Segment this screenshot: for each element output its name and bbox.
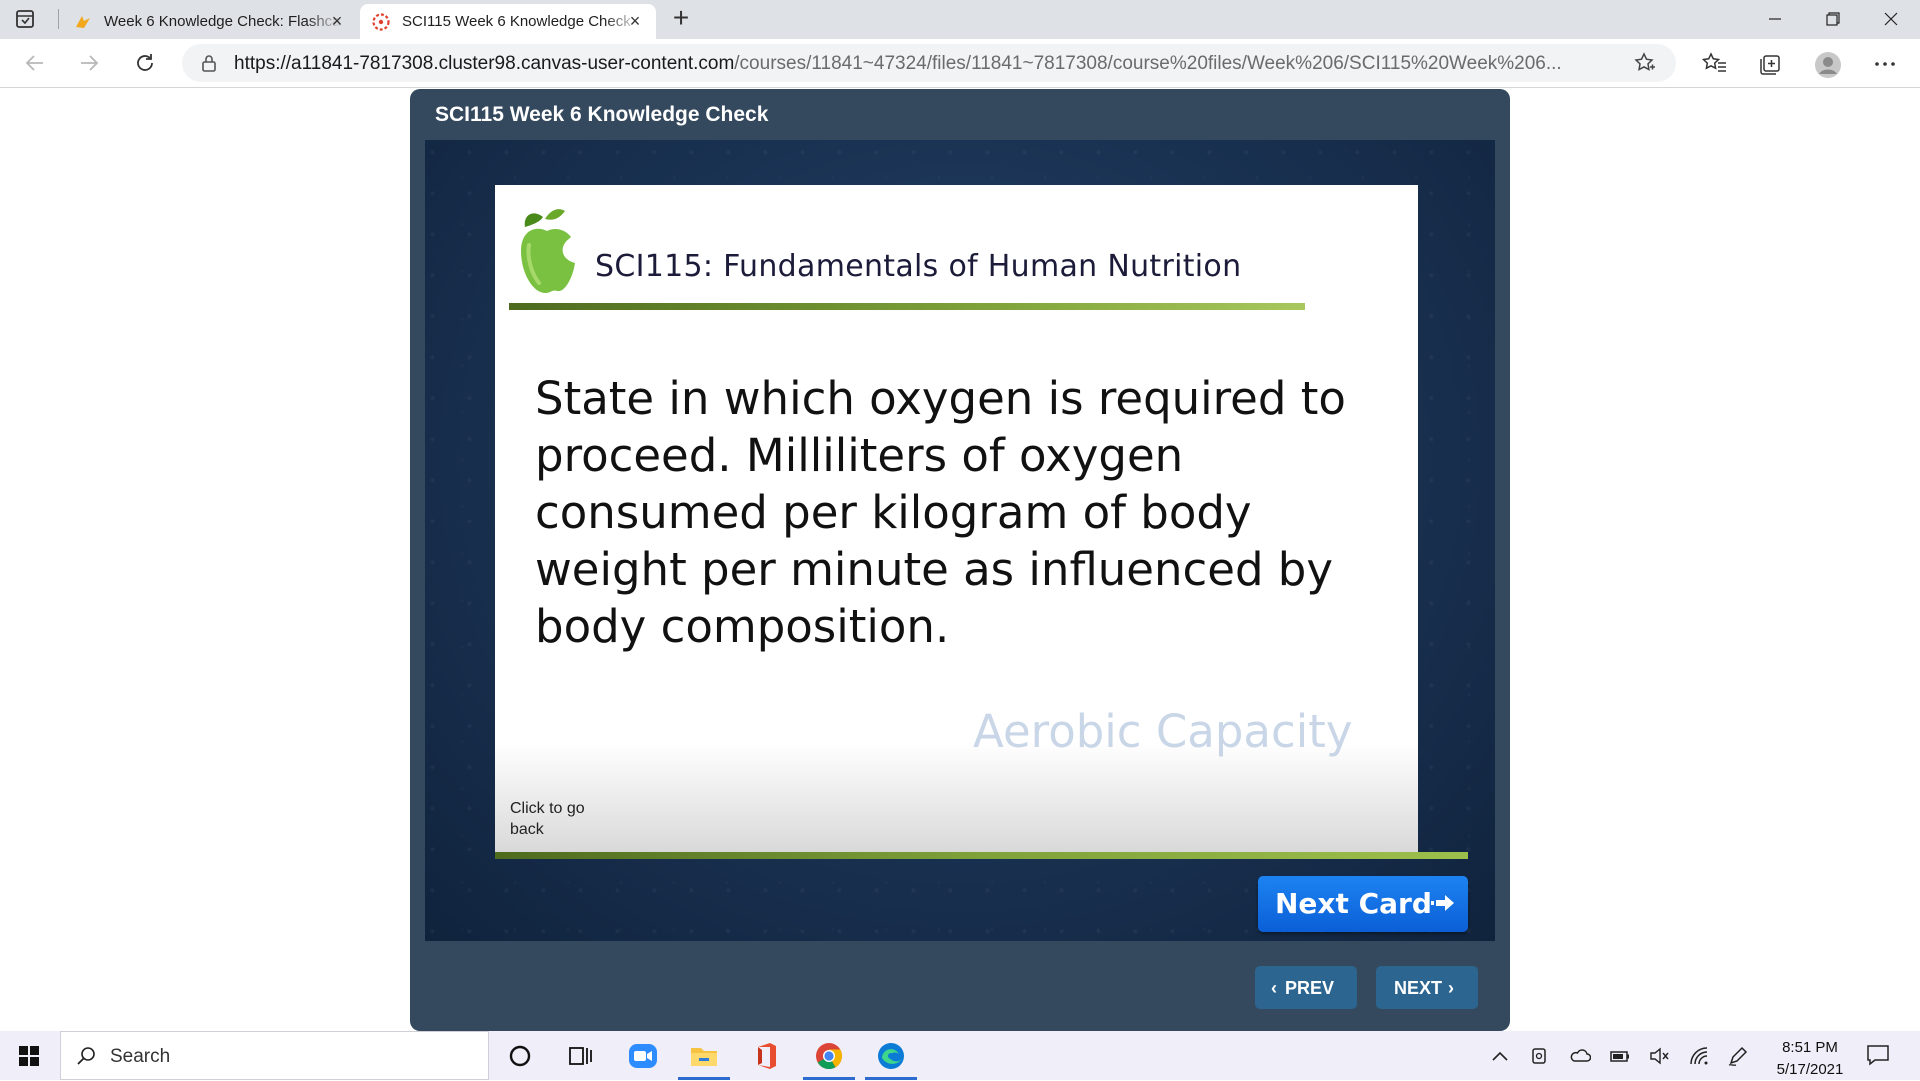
next-label: NEXT: [1394, 978, 1443, 998]
card-footer-gradient: [495, 742, 1418, 852]
pen-icon[interactable]: [1727, 1045, 1749, 1067]
profile-avatar-icon[interactable]: [1814, 51, 1841, 78]
lock-icon[interactable]: [200, 54, 218, 72]
taskbar-search-box[interactable]: Search: [60, 1031, 489, 1080]
arrow-right-icon: [1425, 893, 1455, 913]
back-button[interactable]: [20, 49, 50, 77]
close-window-button[interactable]: [1862, 0, 1920, 39]
tab-separator: [58, 9, 59, 29]
course-title: SCI115: Fundamentals of Human Nutrition: [595, 249, 1242, 284]
flashcard-player: SCI115 Week 6 Knowledge Check SCI115: Fu…: [410, 89, 1510, 1031]
next-button[interactable]: NEXT ›: [1376, 966, 1478, 1009]
close-tab-icon[interactable]: ×: [328, 12, 346, 30]
taskbar-clock[interactable]: 8:51 PM 5/17/2021: [1760, 1037, 1860, 1081]
more-options-icon[interactable]: [1872, 51, 1898, 77]
add-favorite-icon[interactable]: [1634, 52, 1656, 74]
forward-button[interactable]: [74, 49, 104, 77]
tab-flashcards[interactable]: Week 6 Knowledge Check: Flashcards ×: [62, 4, 358, 39]
chevron-left-icon: ‹: [1271, 978, 1277, 998]
restore-button[interactable]: [1804, 0, 1862, 39]
url-field[interactable]: https://a11841-7817308.cluster98.canvas-…: [182, 44, 1676, 82]
new-tab-button[interactable]: +: [668, 4, 694, 32]
next-card-button[interactable]: Next Card: [1258, 876, 1468, 932]
refresh-button[interactable]: [130, 49, 160, 77]
cortana-icon[interactable]: [505, 1041, 535, 1071]
tab-actions-icon[interactable]: [14, 8, 36, 30]
card-stage: SCI115: Fundamentals of Human Nutrition …: [425, 140, 1495, 941]
wifi-icon[interactable]: [1688, 1045, 1710, 1067]
prev-button[interactable]: ‹ PREV: [1255, 966, 1357, 1009]
clock-time: 8:51 PM: [1782, 1039, 1838, 1056]
browser-tab-bar: Week 6 Knowledge Check: Flashcards × SCI…: [0, 0, 1920, 39]
canvas-icon: [372, 13, 390, 31]
flashcard[interactable]: SCI115: Fundamentals of Human Nutrition …: [495, 185, 1418, 852]
prev-label: PREV: [1285, 978, 1335, 998]
player-title: SCI115 Week 6 Knowledge Check: [435, 103, 769, 126]
apple-logo-icon: [515, 201, 579, 297]
url-host: https://a11841-7817308.cluster98.canvas-…: [234, 53, 735, 74]
next-card-label: Next Card: [1275, 887, 1432, 920]
tab-title: SCI115 Week 6 Knowledge Check: [402, 13, 631, 30]
collections-icon[interactable]: [1757, 51, 1783, 77]
url-path: /courses/11841~47324/files/11841~7817308…: [734, 53, 1562, 74]
tab-knowledge-check[interactable]: SCI115 Week 6 Knowledge Check ×: [360, 4, 656, 39]
chrome-icon[interactable]: [814, 1041, 844, 1071]
search-icon: [75, 1045, 97, 1067]
edge-icon[interactable]: [876, 1041, 906, 1071]
chevron-up-icon[interactable]: [1489, 1045, 1511, 1067]
favorites-icon[interactable]: [1701, 51, 1728, 77]
card-bottom-divider: [495, 852, 1468, 859]
card-answer: Aerobic Capacity: [973, 705, 1353, 758]
office-icon[interactable]: [752, 1041, 782, 1071]
zoom-icon[interactable]: [628, 1041, 658, 1071]
tab-title: Week 6 Knowledge Check: Flashcards: [104, 13, 342, 30]
windows-start-icon[interactable]: [19, 1046, 39, 1066]
notification-icon[interactable]: [1866, 1044, 1890, 1066]
file-explorer-icon[interactable]: [689, 1041, 719, 1071]
canvas-quizlet-icon: [74, 13, 92, 31]
search-label: Search: [110, 1046, 171, 1067]
clock-date: 5/17/2021: [1776, 1061, 1844, 1078]
address-bar-row: https://a11841-7817308.cluster98.canvas-…: [0, 39, 1920, 88]
volume-muted-icon[interactable]: [1648, 1045, 1670, 1067]
course-title-divider: [509, 303, 1305, 310]
close-tab-icon[interactable]: ×: [626, 12, 644, 30]
onedrive-icon[interactable]: [1569, 1045, 1592, 1067]
chevron-right-icon: ›: [1448, 978, 1454, 998]
url-text: https://a11841-7817308.cluster98.canvas-…: [234, 53, 1614, 75]
battery-icon[interactable]: [1609, 1045, 1631, 1067]
windows-taskbar: Search 8:51 PM 5/17/2021: [0, 1031, 1920, 1080]
go-back-link[interactable]: Click to go back: [510, 798, 590, 840]
meet-now-icon[interactable]: [1529, 1045, 1551, 1067]
task-view-icon[interactable]: [565, 1041, 595, 1071]
minimize-button[interactable]: [1746, 0, 1804, 39]
card-question: State in which oxygen is required to pro…: [535, 372, 1346, 653]
